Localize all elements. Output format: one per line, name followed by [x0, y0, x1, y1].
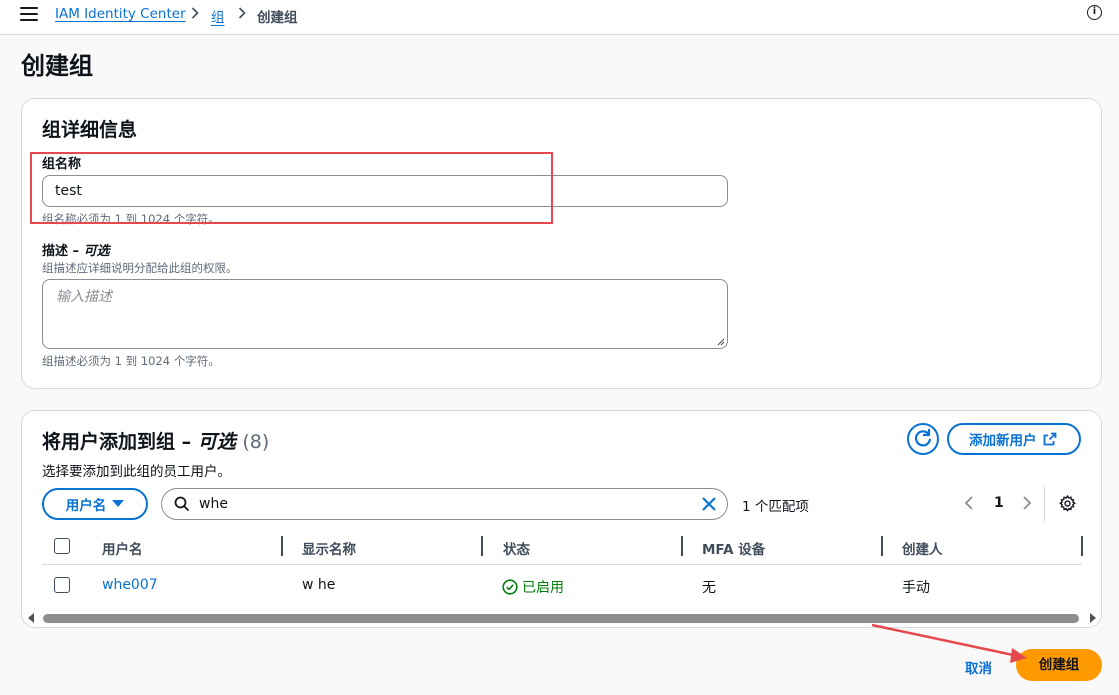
check-circle-icon [502, 579, 518, 595]
column-resizer[interactable] [481, 536, 483, 556]
chevron-right-icon[interactable] [1022, 495, 1032, 511]
user-count: (8) [242, 431, 270, 453]
cancel-button[interactable]: 取消 [965, 657, 992, 677]
resize-grip-icon[interactable] [717, 338, 725, 346]
column-header-display-name[interactable]: 显示名称 [302, 538, 356, 558]
add-users-container: 将用户添加到组 – 可选 (8) 选择要添加到此组的员工用户。 添加新用户 用户… [21, 410, 1102, 628]
refresh-icon [914, 429, 932, 447]
scroll-right-arrow[interactable] [1090, 613, 1096, 623]
create-group-button[interactable]: 创建组 [1016, 649, 1102, 681]
column-header-mfa[interactable]: MFA 设备 [702, 538, 765, 558]
search-input[interactable]: whe [161, 488, 728, 520]
select-all-checkbox[interactable] [54, 538, 70, 554]
refresh-button[interactable] [907, 423, 939, 455]
gear-icon[interactable] [1059, 495, 1076, 512]
column-resizer[interactable] [281, 536, 283, 556]
filter-property-label: 用户名 [65, 498, 107, 514]
breadcrumb-iam-identity-center[interactable]: IAM Identity Center [55, 6, 186, 22]
column-header-created-by[interactable]: 创建人 [902, 538, 943, 558]
divider [1044, 487, 1045, 521]
info-icon[interactable]: i [1087, 5, 1102, 20]
add-new-user-label: 添加新用户 [969, 433, 1037, 449]
column-resizer[interactable] [881, 536, 883, 556]
group-name-label: 组名称 [42, 157, 82, 172]
description-hint-top: 组描述应详细说明分配给此组的权限。 [42, 261, 238, 275]
external-link-icon [1043, 432, 1056, 446]
group-name-hint: 组名称必须为 1 到 1024 个字符。 [42, 212, 220, 226]
description-placeholder: 输入描述 [56, 289, 112, 305]
page-title: 创建组 [21, 52, 93, 80]
description-label: 描述 – 可选 [42, 244, 110, 259]
menu-icon[interactable] [20, 7, 38, 23]
description-textarea[interactable]: 输入描述 [42, 279, 728, 349]
username-link[interactable]: whe007 [102, 577, 158, 593]
top-navigation: IAM Identity Center 组 创建组 i [0, 0, 1119, 35]
add-users-subtitle: 选择要添加到此组的员工用户。 [42, 464, 231, 480]
filter-property-select[interactable]: 用户名 [42, 488, 148, 520]
group-name-input[interactable]: test [42, 175, 728, 207]
breadcrumb-current: 创建组 [257, 10, 298, 26]
add-new-user-button[interactable]: 添加新用户 [947, 423, 1081, 455]
chevron-right-icon [238, 7, 246, 19]
group-details-container: 组详细信息 组名称 test 组名称必须为 1 到 1024 个字符。 描述 –… [21, 98, 1102, 389]
status-cell: 已启用 [502, 577, 564, 597]
group-details-heading: 组详细信息 [42, 119, 138, 141]
horizontal-scrollbar[interactable] [25, 611, 1099, 625]
mfa-cell: 无 [702, 580, 716, 596]
column-resizer[interactable] [681, 536, 683, 556]
scrollbar-thumb[interactable] [43, 614, 1079, 623]
breadcrumb-groups[interactable]: 组 [211, 6, 225, 26]
search-value: whe [199, 496, 228, 512]
row-select-checkbox[interactable] [54, 577, 70, 593]
close-icon[interactable] [701, 496, 717, 512]
status-label: 已启用 [522, 580, 564, 596]
display-name-cell: w he [302, 577, 336, 593]
add-users-heading: 将用户添加到组 – 可选 (8) [42, 431, 270, 453]
created-by-cell: 手动 [902, 580, 930, 596]
chevron-right-icon [191, 7, 199, 19]
table-row: whe007 w he 已启用 无 手动 [42, 566, 1082, 606]
match-count: 1 个匹配项 [742, 499, 809, 515]
scroll-left-arrow[interactable] [28, 613, 34, 623]
table-header: 用户名 显示名称 状态 MFA 设备 创建人 [42, 529, 1083, 565]
search-icon [174, 496, 190, 512]
column-resizer[interactable] [1081, 536, 1083, 556]
chevron-left-icon[interactable] [964, 495, 974, 511]
description-hint-bottom: 组描述必须为 1 到 1024 个字符。 [42, 354, 220, 368]
caret-down-icon [112, 500, 125, 507]
column-header-status[interactable]: 状态 [503, 538, 530, 558]
column-header-username[interactable]: 用户名 [102, 538, 143, 558]
page-number[interactable]: 1 [994, 495, 1004, 511]
